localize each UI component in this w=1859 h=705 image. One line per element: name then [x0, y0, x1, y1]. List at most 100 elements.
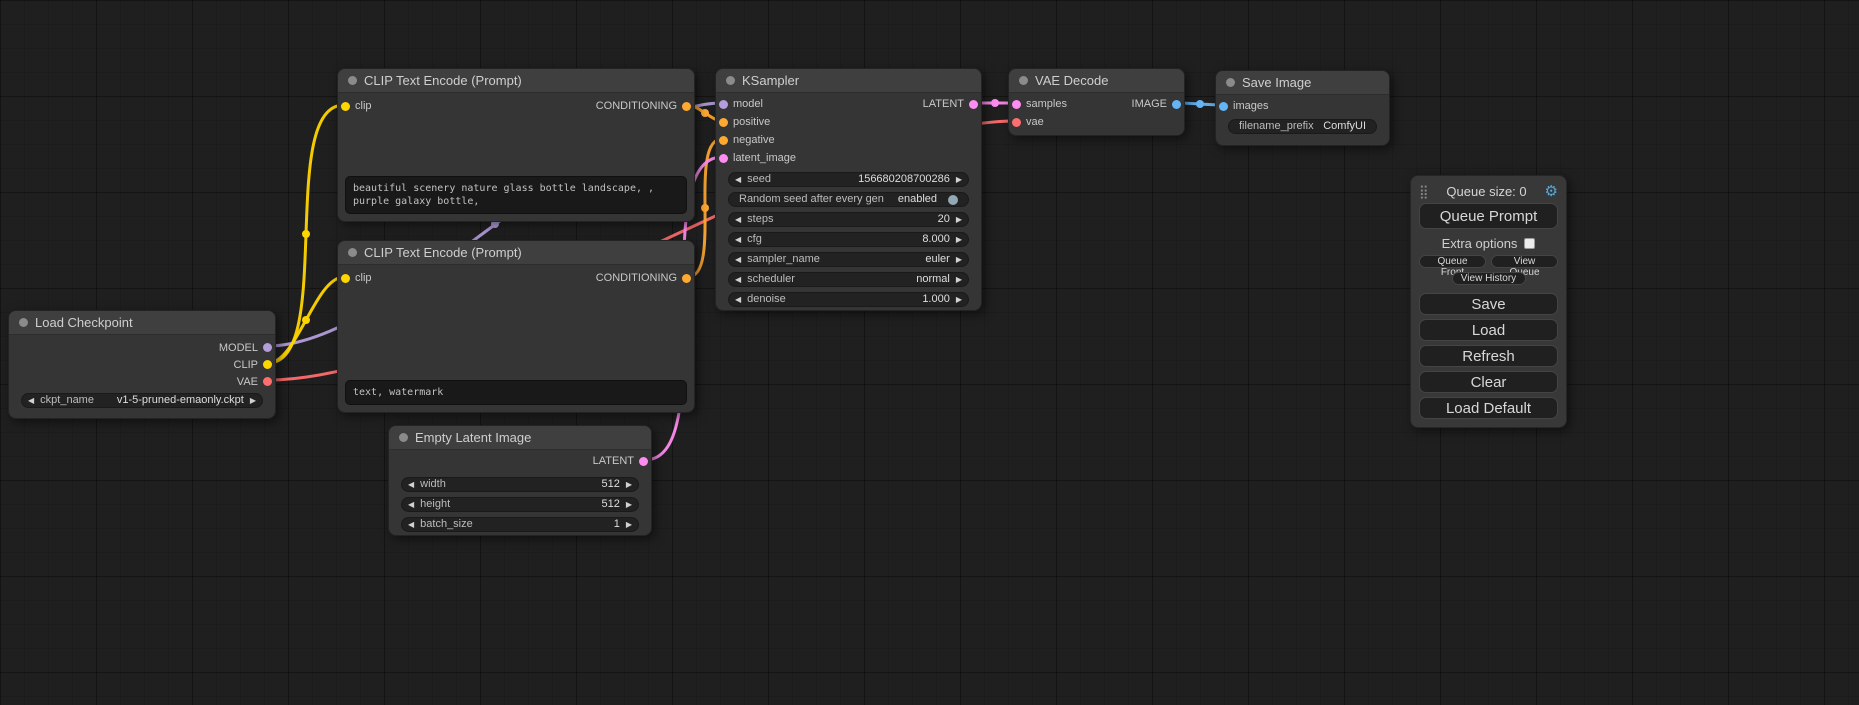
- collapse-dot[interactable]: [1226, 78, 1235, 87]
- node-clip-text-encode-negative[interactable]: CLIP Text Encode (Prompt) clip CONDITION…: [337, 240, 695, 413]
- refresh-button[interactable]: Refresh: [1419, 345, 1558, 367]
- prev-value-arrow-icon[interactable]: ◀: [408, 481, 414, 489]
- node-load-checkpoint[interactable]: Load Checkpoint MODEL CLIP VAE ◀ ckpt_na…: [8, 310, 276, 419]
- widget-filename-prefix[interactable]: filename_prefix ComfyUI: [1228, 119, 1377, 134]
- widget-label: seed: [747, 174, 771, 185]
- next-value-arrow-icon[interactable]: ▶: [626, 521, 632, 529]
- node-title-bar[interactable]: Load Checkpoint: [9, 311, 275, 335]
- prompt-textarea[interactable]: text, watermark: [345, 380, 687, 405]
- node-vae-decode[interactable]: VAE Decode samples vae IMAGE: [1008, 68, 1185, 136]
- output-slot-model[interactable]: [263, 343, 272, 352]
- node-save-image[interactable]: Save Image images filename_prefix ComfyU…: [1215, 70, 1390, 146]
- settings-gear-icon[interactable]: ⚙: [1545, 184, 1558, 199]
- output-slot-latent[interactable]: [639, 457, 648, 466]
- widget-value: ComfyUI: [1323, 121, 1366, 132]
- prev-value-arrow-icon[interactable]: ◀: [735, 256, 741, 264]
- collapse-dot[interactable]: [19, 318, 28, 327]
- widget-label: batch_size: [420, 519, 473, 530]
- input-slot-negative[interactable]: [719, 136, 728, 145]
- prev-value-arrow-icon[interactable]: ◀: [735, 236, 741, 244]
- input-slot-clip[interactable]: [341, 274, 350, 283]
- output-slot-image[interactable]: [1172, 100, 1181, 109]
- node-empty-latent-image[interactable]: Empty Latent Image LATENT ◀ width 512 ▶ …: [388, 425, 652, 536]
- collapse-dot[interactable]: [348, 76, 357, 85]
- widget-ckpt-name[interactable]: ◀ ckpt_name v1-5-pruned-emaonly.ckpt ▶: [21, 393, 263, 408]
- save-button[interactable]: Save: [1419, 293, 1558, 315]
- clear-button[interactable]: Clear: [1419, 371, 1558, 393]
- input-slot-samples[interactable]: [1012, 100, 1021, 109]
- widget-value: 156680208700286: [858, 174, 950, 185]
- widget-steps[interactable]: ◀ steps 20 ▶: [728, 212, 969, 227]
- queue-panel[interactable]: ⣿ Queue size: 0 ⚙ Queue Prompt Extra opt…: [1410, 175, 1567, 428]
- next-value-arrow-icon[interactable]: ▶: [956, 256, 962, 264]
- node-title-bar[interactable]: CLIP Text Encode (Prompt): [338, 241, 694, 265]
- prev-value-arrow-icon[interactable]: ◀: [735, 296, 741, 304]
- next-value-arrow-icon[interactable]: ▶: [250, 397, 256, 405]
- queue-front-button[interactable]: Queue Front: [1419, 255, 1486, 268]
- prev-value-arrow-icon[interactable]: ◀: [408, 501, 414, 509]
- next-value-arrow-icon[interactable]: ▶: [956, 216, 962, 224]
- widget-scheduler[interactable]: ◀ scheduler normal ▶: [728, 272, 969, 287]
- node-title-bar[interactable]: Empty Latent Image: [389, 426, 651, 450]
- widget-width[interactable]: ◀ width 512 ▶: [401, 477, 639, 492]
- widget-batch-size[interactable]: ◀ batch_size 1 ▶: [401, 517, 639, 532]
- widget-value: enabled: [898, 194, 937, 205]
- node-ksampler[interactable]: KSampler model positive negative latent_…: [715, 68, 982, 311]
- link-midpoint-dot: [701, 204, 709, 212]
- toggle-indicator[interactable]: [948, 195, 958, 205]
- input-slot-positive[interactable]: [719, 118, 728, 127]
- wire-clip-to-negative: [268, 277, 344, 363]
- node-title-bar[interactable]: CLIP Text Encode (Prompt): [338, 69, 694, 93]
- node-title-bar[interactable]: KSampler: [716, 69, 981, 93]
- prompt-textarea[interactable]: beautiful scenery nature glass bottle la…: [345, 176, 687, 214]
- collapse-dot[interactable]: [1019, 76, 1028, 85]
- next-value-arrow-icon[interactable]: ▶: [956, 276, 962, 284]
- output-slot-latent[interactable]: [969, 100, 978, 109]
- output-slot-conditioning[interactable]: [682, 102, 691, 111]
- widget-cfg[interactable]: ◀ cfg 8.000 ▶: [728, 232, 969, 247]
- link-midpoint-dot: [302, 316, 310, 324]
- node-title: Save Image: [1242, 75, 1311, 90]
- prev-value-arrow-icon[interactable]: ◀: [735, 216, 741, 224]
- input-slot-clip[interactable]: [341, 102, 350, 111]
- widget-seed[interactable]: ◀ seed 156680208700286 ▶: [728, 172, 969, 187]
- node-title: VAE Decode: [1035, 73, 1108, 88]
- widget-denoise[interactable]: ◀ denoise 1.000 ▶: [728, 292, 969, 307]
- output-slot-clip[interactable]: [263, 360, 272, 369]
- next-value-arrow-icon[interactable]: ▶: [956, 236, 962, 244]
- output-slot-conditioning[interactable]: [682, 274, 691, 283]
- drag-handle-icon[interactable]: ⣿: [1419, 185, 1429, 198]
- widget-label: filename_prefix: [1239, 121, 1314, 132]
- next-value-arrow-icon[interactable]: ▶: [956, 296, 962, 304]
- collapse-dot[interactable]: [726, 76, 735, 85]
- prev-value-arrow-icon[interactable]: ◀: [408, 521, 414, 529]
- widget-sampler-name[interactable]: ◀ sampler_name euler ▶: [728, 252, 969, 267]
- queue-prompt-button[interactable]: Queue Prompt: [1419, 203, 1558, 229]
- view-history-button[interactable]: View History: [1452, 272, 1526, 285]
- node-clip-text-encode-positive[interactable]: CLIP Text Encode (Prompt) clip CONDITION…: [337, 68, 695, 222]
- input-slot-vae[interactable]: [1012, 118, 1021, 127]
- widget-height[interactable]: ◀ height 512 ▶: [401, 497, 639, 512]
- next-value-arrow-icon[interactable]: ▶: [626, 501, 632, 509]
- next-value-arrow-icon[interactable]: ▶: [956, 176, 962, 184]
- load-default-button[interactable]: Load Default: [1419, 397, 1558, 419]
- collapse-dot[interactable]: [399, 433, 408, 442]
- link-midpoint-dot: [701, 109, 709, 117]
- next-value-arrow-icon[interactable]: ▶: [626, 481, 632, 489]
- widget-random-seed-toggle[interactable]: Random seed after every gen enabled: [728, 192, 969, 207]
- input-label-vae: vae: [1026, 116, 1044, 128]
- prev-value-arrow-icon[interactable]: ◀: [28, 397, 34, 405]
- prev-value-arrow-icon[interactable]: ◀: [735, 276, 741, 284]
- prev-value-arrow-icon[interactable]: ◀: [735, 176, 741, 184]
- collapse-dot[interactable]: [348, 248, 357, 257]
- extra-options-checkbox[interactable]: [1524, 238, 1535, 249]
- input-slot-model[interactable]: [719, 100, 728, 109]
- node-title-bar[interactable]: VAE Decode: [1009, 69, 1184, 93]
- input-slot-images[interactable]: [1219, 102, 1228, 111]
- node-title-bar[interactable]: Save Image: [1216, 71, 1389, 95]
- input-slot-latent-image[interactable]: [719, 154, 728, 163]
- load-button[interactable]: Load: [1419, 319, 1558, 341]
- output-slot-vae[interactable]: [263, 377, 272, 386]
- view-queue-button[interactable]: View Queue: [1491, 255, 1558, 268]
- graph-canvas[interactable]: Load Checkpoint MODEL CLIP VAE ◀ ckpt_na…: [0, 0, 1859, 705]
